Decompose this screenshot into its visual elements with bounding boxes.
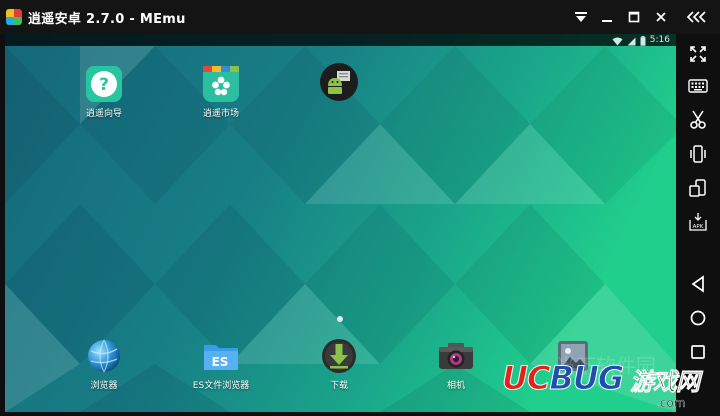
help-icon: ? [84,64,124,104]
app-label: 浏览器 [90,381,118,391]
signal-icon [627,34,636,50]
rotate-icon[interactable] [686,176,710,200]
fullscreen-icon[interactable] [686,42,710,66]
install-apk-icon[interactable]: APK [686,210,710,234]
screenshot-scissors-icon[interactable] [686,108,710,132]
recents-icon[interactable] [686,340,710,364]
home-icon[interactable] [686,306,710,330]
collapse-sidebar-icon[interactable] [685,6,711,28]
app-es-file-explorer[interactable]: ES ES文件浏览器 [176,336,266,392]
collapse-menu-icon[interactable] [570,6,592,28]
svg-text:?: ? [99,75,109,95]
app-label: 相机 [446,381,465,391]
app-label: 下载 [329,381,348,391]
memu-logo-icon [6,9,22,25]
app-downloads[interactable]: 下载 [294,336,384,392]
android-status-bar: 5:16 [5,34,676,46]
app-label: ES文件浏览器 [192,381,250,391]
keyboard-icon[interactable] [686,74,710,98]
android-app-icon [319,62,359,102]
svg-text:APK: APK [693,224,704,230]
app-memu-market[interactable]: 逍遥市场 [176,64,266,120]
maximize-icon[interactable] [623,6,645,28]
browser-globe-icon [84,336,124,376]
app-label: 逍遥向导 [85,109,122,119]
window-title: 逍遥安卓 2.7.0 - MEmu [28,12,186,27]
battery-icon [640,34,646,50]
page-indicator-dot [337,316,343,322]
app-android[interactable] [294,62,384,107]
app-memu-guide[interactable]: ? 逍遥向导 [59,64,149,120]
app-browser[interactable]: 浏览器 [59,336,149,392]
gallery-icon [553,336,593,376]
status-time: 5:16 [649,35,670,45]
app-camera[interactable]: 相机 [411,336,501,392]
minimize-icon[interactable] [596,6,618,28]
title-bar: 逍遥安卓 2.7.0 - MEmu [0,0,720,34]
download-icon [319,336,359,376]
camera-icon [436,336,476,376]
svg-text:ES: ES [212,355,229,369]
back-icon[interactable] [686,272,710,296]
app-gallery[interactable] [528,336,618,381]
close-icon[interactable] [650,6,672,28]
shake-icon[interactable] [686,142,710,166]
app-label: 逍遥市场 [202,109,239,119]
wifi-icon [612,34,623,50]
folder-icon: ES [201,336,241,376]
android-screen[interactable]: 5:16 ? 逍遥向导 逍遥市场 浏览器 ES ES文件浏览器 下载 相机 [5,34,676,412]
emulator-sidebar: APK [676,34,720,416]
market-icon [201,64,241,104]
